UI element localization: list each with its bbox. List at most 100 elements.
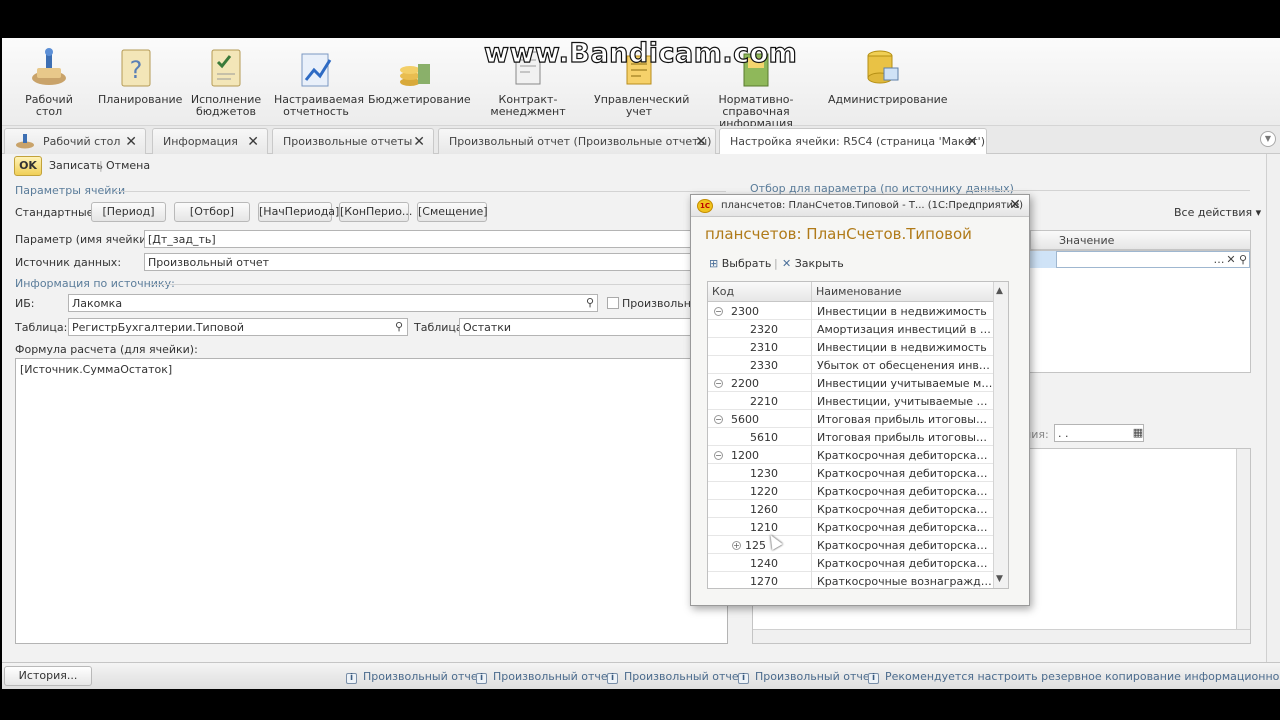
grid-scrollbar[interactable]: ▲ ▼	[993, 282, 1008, 588]
arbitrary-checkbox[interactable]	[607, 297, 619, 309]
close-button[interactable]: ✕ Закрыть	[782, 257, 844, 270]
cancel-button[interactable]: Отмена	[106, 159, 150, 172]
close-icon[interactable]: ✕	[247, 134, 259, 150]
table-row[interactable]: 1240 Краткосрочная дебиторская задо...	[708, 554, 994, 572]
table-row[interactable]: 2320 Амортизация инвестиций в недви...	[708, 320, 994, 338]
section-administration[interactable]: Администрирование	[828, 46, 948, 106]
account-name: Итоговая прибыль итоговый убыт...	[817, 413, 994, 426]
table-row[interactable]: −1200 Краткосрочная дебиторская задо...	[708, 446, 994, 464]
table-row[interactable]: 1220 Краткосрочная дебиторская задо...	[708, 482, 994, 500]
save-button[interactable]: Записать	[49, 159, 103, 172]
notification[interactable]: i Произвольный отчет	[476, 670, 614, 684]
scroll-up-icon[interactable]: ▲	[996, 286, 1003, 296]
table-row[interactable]: −2300 Инвестиции в недвижимость	[708, 302, 994, 320]
name-column-header[interactable]: Наименование	[812, 282, 994, 302]
dialog-titlebar[interactable]: 1С плансчетов: ПланСчетов.Типовой - Т...…	[691, 195, 1029, 217]
budgeting-icon	[394, 46, 434, 90]
collapse-icon[interactable]: −	[714, 451, 723, 460]
table-row[interactable]: −5600 Итоговая прибыль итоговый убыт...	[708, 410, 994, 428]
search-icon[interactable]: ⚲	[582, 295, 598, 311]
horizontal-scrollbar[interactable]	[753, 629, 1250, 643]
app-window: Рабочий стол ? Планирование Исполнение б…	[2, 38, 1280, 689]
calendar-icon[interactable]: ▦	[1130, 425, 1146, 441]
param-name-field[interactable]: [Дт_зад_ть]	[144, 230, 728, 248]
formula-textarea[interactable]: [Источник.СуммаОстаток]	[15, 358, 728, 644]
table-row[interactable]: 1270 Краткосрочные вознаграждения ...	[708, 572, 994, 588]
close-icon[interactable]: ✕	[1009, 197, 1021, 213]
notification[interactable]: i Произвольный отчет	[346, 670, 484, 684]
select-button[interactable]: ⊞ Выбрать	[709, 257, 771, 270]
account-name: Убыток от обесценения инвестиц...	[817, 359, 994, 372]
offset-button[interactable]: [Смещение]	[417, 202, 488, 222]
period-end-button[interactable]: [КонПерио...	[339, 202, 412, 222]
vertical-scrollbar[interactable]	[1236, 449, 1250, 629]
ib-field[interactable]: Лакомка	[68, 294, 598, 312]
all-actions-menu[interactable]: Все действия ▾	[1174, 206, 1261, 219]
table-row[interactable]: 1260 Краткосрочная дебиторская задо...	[708, 500, 994, 518]
account-name: Краткосрочная дебиторская задо...	[817, 557, 994, 570]
expand-icon[interactable]: +	[732, 541, 741, 550]
table-row[interactable]: +125 Краткосрочная дебиторская задо...	[708, 536, 994, 554]
close-icon[interactable]: ✕	[413, 134, 425, 150]
section-custom-reports[interactable]: Настраиваемая отчетность	[274, 46, 364, 118]
tab-menu-icon[interactable]: ▼	[1260, 131, 1276, 147]
section-desktop[interactable]: Рабочий стол	[14, 46, 84, 118]
collapse-icon[interactable]: −	[714, 307, 723, 316]
chart-of-accounts-dialog: 1С плансчетов: ПланСчетов.Типовой - Т...…	[690, 194, 1030, 606]
tab-arbitrary-reports[interactable]: Произвольные отчеты ✕	[272, 128, 434, 154]
svg-text:?: ?	[130, 56, 143, 84]
table2-field[interactable]: Остатки	[459, 318, 699, 336]
account-code: 1270	[708, 572, 812, 588]
notification[interactable]: i Произвольный отчет	[607, 670, 745, 684]
section-budgeting[interactable]: Бюджетирование	[368, 46, 471, 106]
code-column-header[interactable]: Код	[708, 282, 812, 302]
close-icon[interactable]: ✕	[125, 134, 137, 150]
account-code: −2300	[708, 302, 812, 320]
accounts-grid[interactable]: Код Наименование −2300 Инвестиции в недви…	[707, 281, 1009, 589]
collapse-icon[interactable]: −	[714, 379, 723, 388]
tab-arbitrary-report[interactable]: Произвольный отчет (Произвольные отчеты)…	[438, 128, 716, 154]
search-icon[interactable]: ⚲	[391, 319, 407, 335]
close-icon[interactable]: ✕	[966, 134, 978, 150]
table-row[interactable]: 2330 Убыток от обесценения инвестиц...	[708, 356, 994, 374]
tab-cell-settings[interactable]: Настройка ячейки: R5C4 (страница 'Макет'…	[719, 128, 987, 155]
tab-information[interactable]: Информация ✕	[152, 128, 268, 154]
account-code: −1200	[708, 446, 812, 464]
section-budget-execution[interactable]: Исполнение бюджетов	[190, 46, 262, 118]
section-planning[interactable]: ? Планирование	[98, 46, 182, 106]
account-code: 2320	[708, 320, 812, 338]
period-start-button[interactable]: [НачПериода]	[258, 202, 339, 222]
account-name: Краткосрочная дебиторская задо...	[817, 467, 994, 480]
account-code: −2200	[708, 374, 812, 392]
planning-icon: ?	[116, 46, 156, 90]
info-icon: i	[346, 673, 357, 684]
notification[interactable]: i Рекомендуется настроить резервное копир…	[868, 670, 1280, 684]
table-row[interactable]: 1230 Краткосрочная дебиторская задо...	[708, 464, 994, 482]
search-icon[interactable]: ⚲	[1235, 252, 1251, 268]
history-button[interactable]: История...	[4, 666, 92, 686]
table-row[interactable]: −2200 Инвестиции учитываемые методо...	[708, 374, 994, 392]
scroll-down-icon[interactable]: ▼	[996, 574, 1003, 584]
collapse-icon[interactable]: −	[714, 415, 723, 424]
account-code: 1210	[708, 518, 812, 536]
table-row[interactable]: 2210 Инвестиции, учитываемые метод...	[708, 392, 994, 410]
account-name: Итоговая прибыль итоговый убыт...	[817, 431, 994, 444]
account-name: Краткосрочная дебиторская задо...	[817, 521, 994, 534]
table-field[interactable]: РегистрБухгалтерии.Типовой	[68, 318, 408, 336]
ok-button[interactable]: OK	[14, 156, 42, 176]
close-icon[interactable]: ✕	[695, 134, 707, 150]
data-source-field[interactable]: Произвольный отчет	[144, 253, 728, 271]
table-row[interactable]: 1210 Краткосрочная дебиторская задо...	[708, 518, 994, 536]
account-name: Инвестиции учитываемые методо...	[817, 377, 994, 390]
desk-icon	[15, 133, 35, 152]
period-button[interactable]: [Период]	[91, 202, 166, 222]
standard-label: Стандартные:	[15, 206, 98, 219]
account-name: Краткосрочная дебиторская задо...	[817, 539, 994, 552]
notification[interactable]: i Произвольный отчет	[738, 670, 876, 684]
tab-desktop[interactable]: Рабочий стол ✕	[4, 128, 146, 154]
table-row[interactable]: 2310 Инвестиции в недвижимость	[708, 338, 994, 356]
page-vertical-scrollbar[interactable]	[1266, 154, 1280, 662]
filter-button[interactable]: [Отбор]	[174, 202, 250, 222]
table-row[interactable]: 5610 Итоговая прибыль итоговый убыт...	[708, 428, 994, 446]
formula-label: Формула расчета (для ячейки):	[15, 343, 198, 356]
